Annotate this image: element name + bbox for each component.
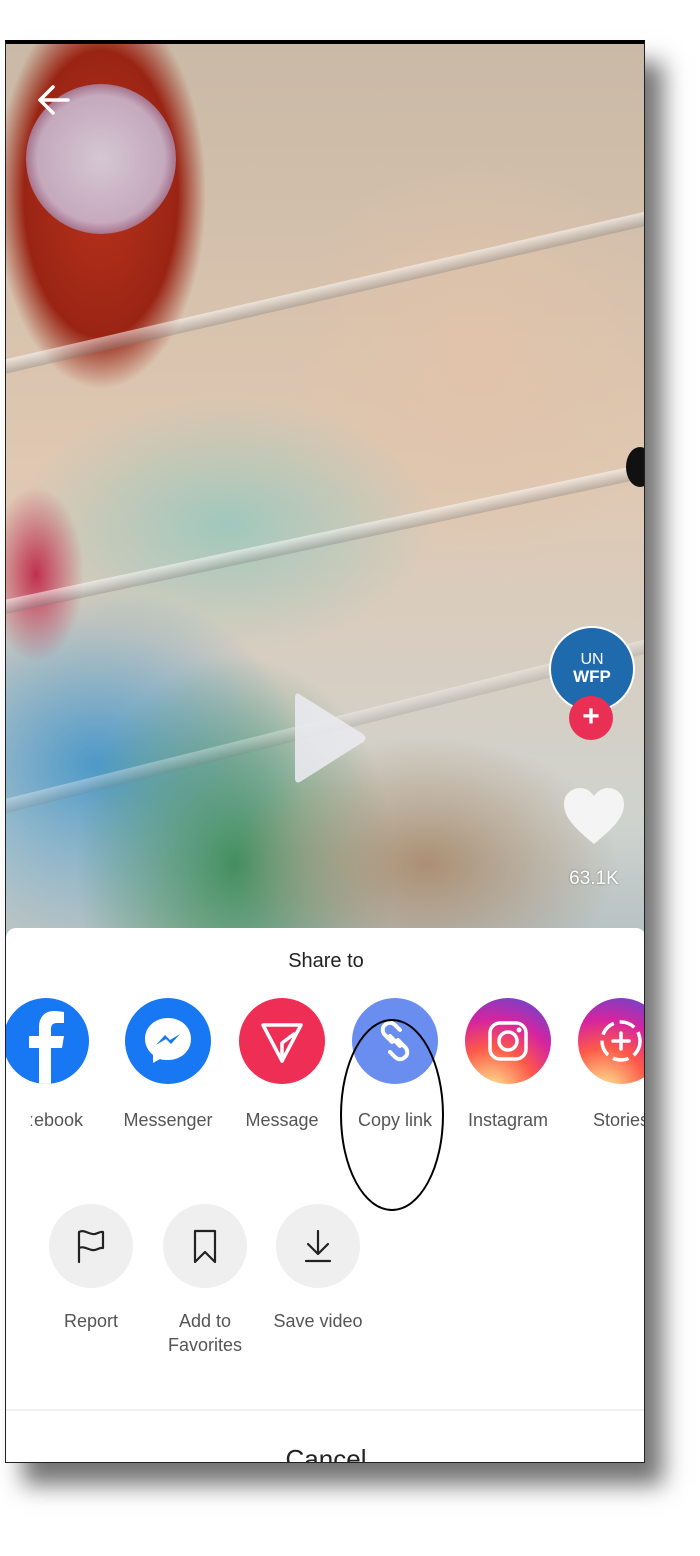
- phone-screen: UN WFP + 63.1K Share to ːebook Messenger…: [5, 40, 645, 1463]
- like-button[interactable]: [562, 786, 626, 850]
- facebook-icon: [29, 1011, 64, 1084]
- message-send-icon: [261, 1023, 303, 1063]
- download-icon: [304, 1229, 332, 1263]
- play-button[interactable]: [291, 688, 371, 788]
- share-stories-label: Stories: [592, 1110, 645, 1130]
- flag-icon: [77, 1230, 105, 1264]
- messenger-circle: [125, 998, 211, 1084]
- messenger-icon: [145, 1018, 191, 1063]
- instagram-icon: [488, 1021, 528, 1061]
- favorites-label-line2: Favorites: [167, 1335, 243, 1355]
- save-video-label: Save video: [273, 1311, 363, 1331]
- stories-add-icon: [600, 1020, 642, 1062]
- facebook-circle: [6, 998, 89, 1084]
- instagram-circle: [465, 998, 551, 1084]
- stories-circle: [578, 998, 644, 1084]
- report-label: Report: [63, 1311, 119, 1331]
- play-icon: [295, 693, 366, 783]
- video-shelf-decor: [6, 454, 644, 618]
- follow-button[interactable]: +: [569, 696, 613, 740]
- share-instagram-label: Instagram: [467, 1110, 549, 1130]
- share-copy-link-label: Copy link: [357, 1110, 433, 1130]
- avatar-text-wfp: WFP: [573, 667, 611, 686]
- message-circle: [239, 998, 325, 1084]
- share-sheet: Share to ːebook Messenger Message Copy l…: [6, 928, 645, 1462]
- favorites-circle: [163, 1204, 247, 1288]
- share-message-label: Message: [245, 1110, 319, 1130]
- link-icon: [380, 1020, 410, 1062]
- arrow-left-icon: [38, 85, 70, 115]
- favorites-label: Add to Favorites: [143, 1309, 267, 1357]
- copy-link-circle: [352, 998, 438, 1084]
- share-messenger-label: Messenger: [123, 1110, 213, 1130]
- share-sheet-title: Share to: [288, 950, 364, 972]
- report-circle: [49, 1204, 133, 1288]
- favorites-label-line1: Add to: [178, 1311, 232, 1331]
- avatar-text-un: UN: [580, 651, 604, 668]
- actions-row: Report Add to Favorites Save video: [6, 1204, 644, 1355]
- heart-icon: [564, 788, 624, 844]
- like-count: 63.1K: [569, 868, 619, 889]
- cancel-button[interactable]: Cancel: [6, 1411, 644, 1462]
- bookmark-icon: [193, 1229, 217, 1264]
- back-button[interactable]: [34, 80, 74, 120]
- share-targets-row[interactable]: ːebook Messenger Message Copy link Insta…: [6, 998, 645, 1148]
- save-video-circle: [276, 1204, 360, 1288]
